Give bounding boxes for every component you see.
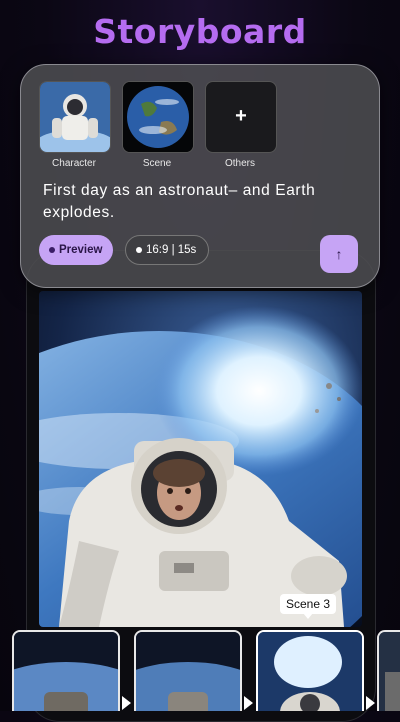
scene-thumbnail[interactable]: [122, 81, 194, 153]
arrow-up-icon: ↑: [335, 246, 343, 262]
character-label: Character: [52, 158, 96, 169]
prompt-card: Character Scene + Others First day as an…: [20, 64, 380, 288]
scene-frame-1[interactable]: [12, 630, 120, 711]
character-thumbnail[interactable]: [39, 81, 111, 153]
plus-icon: +: [235, 105, 247, 127]
others-label: Others: [224, 158, 255, 169]
transition-arrow-icon: [366, 696, 375, 710]
preview-button[interactable]: Preview: [39, 235, 113, 265]
add-others-button[interactable]: +: [205, 81, 277, 153]
page-title: Storyboard: [93, 12, 307, 51]
transition-arrow-icon: [122, 696, 131, 710]
generated-scene-image[interactable]: [39, 291, 362, 627]
scene-frame-4[interactable]: [377, 630, 400, 711]
prompt-text[interactable]: First day as an astronaut– and Earth exp…: [43, 180, 363, 224]
scene-frame-2[interactable]: [134, 630, 242, 711]
aspect-duration-label: 16:9 | 15s: [146, 244, 197, 256]
scene-filmstrip: [0, 628, 400, 711]
scene-tag: Scene 3: [280, 594, 336, 619]
preview-label: Preview: [59, 244, 103, 256]
radio-dot-icon: [136, 246, 142, 253]
radio-dot-icon: [49, 246, 55, 253]
send-button[interactable]: ↑: [320, 235, 358, 273]
scene-frame-3[interactable]: [256, 630, 364, 711]
aspect-duration-selector[interactable]: 16:9 | 15s: [125, 235, 209, 265]
scene-label: Scene: [142, 158, 172, 169]
transition-arrow-icon: [244, 696, 253, 710]
